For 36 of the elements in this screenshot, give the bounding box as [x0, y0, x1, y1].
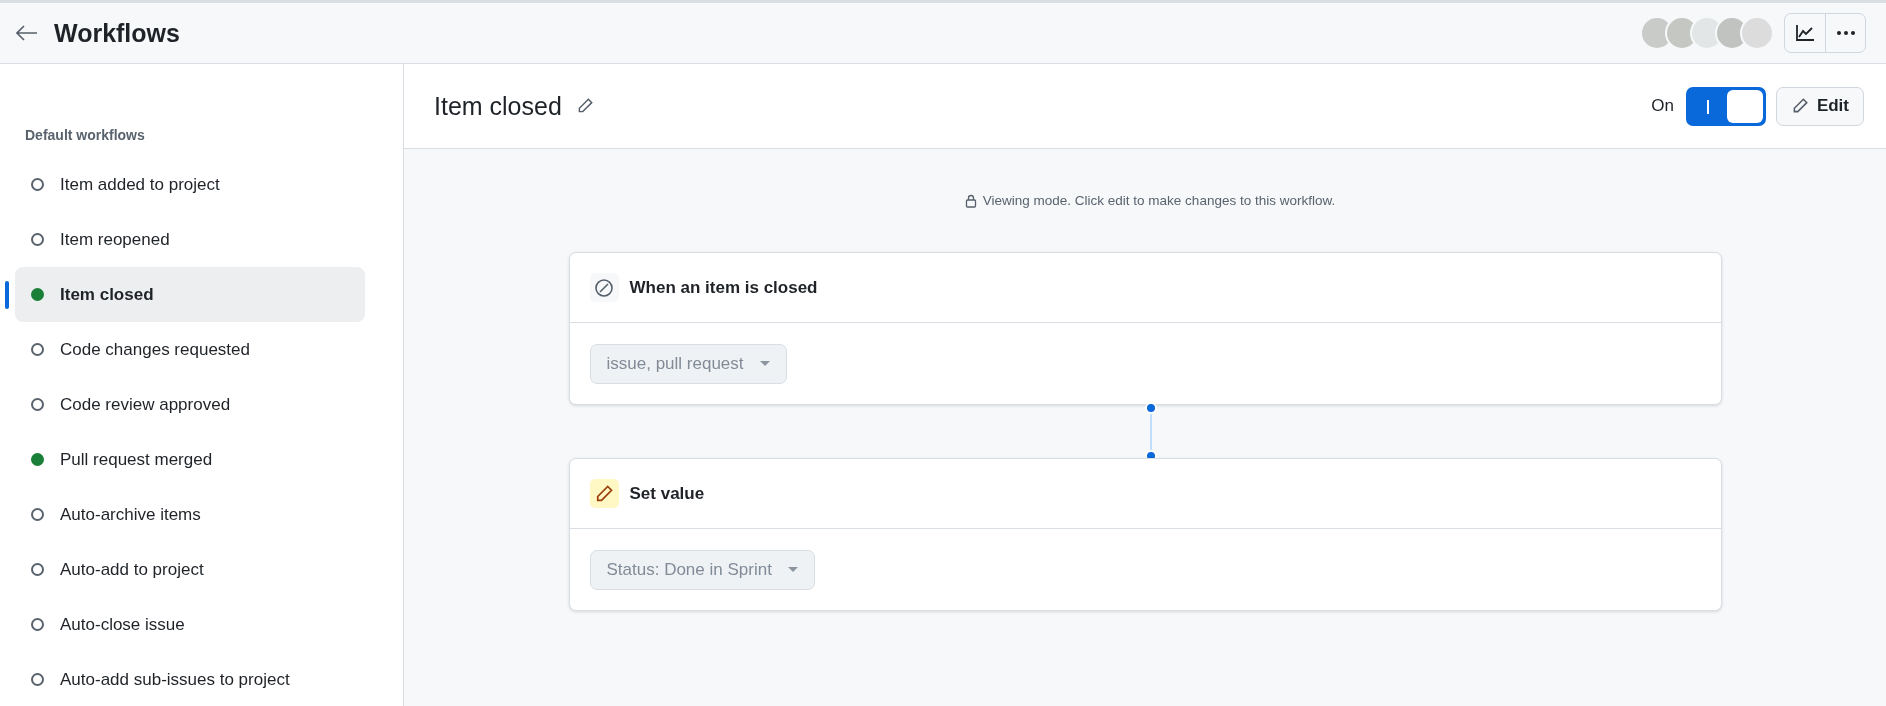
- item-label: Auto-close issue: [60, 614, 185, 635]
- item-label: Item closed: [60, 284, 154, 305]
- sidebar-item[interactable]: Auto-add sub-issues to project: [15, 652, 365, 706]
- item-label: Pull request merged: [60, 449, 213, 470]
- sidebar-item[interactable]: Code review approved: [15, 377, 365, 432]
- item-label: Auto-add to project: [60, 559, 204, 580]
- sidebar-item[interactable]: Item added to project: [15, 157, 365, 212]
- more-icon: [1835, 30, 1856, 36]
- caret-icon: [759, 360, 770, 367]
- sidebar-item[interactable]: Pull request merged: [15, 432, 365, 487]
- selected-indicator: [5, 281, 9, 309]
- item-label: Item reopened: [60, 229, 170, 250]
- workflow-title: Item closed: [434, 91, 562, 121]
- section-heading: Default workflows: [24, 127, 146, 143]
- back-arrow-icon[interactable]: [16, 25, 38, 41]
- toggle-label: On: [1651, 96, 1674, 116]
- item-label: Auto-archive items: [60, 504, 201, 525]
- sidebar-item[interactable]: Auto-close issue: [15, 597, 365, 652]
- sidebar-item[interactable]: Auto-add to project: [15, 542, 365, 597]
- viewing-mode-notice: Viewing mode. Click edit to make changes to this workflow.: [982, 193, 1336, 208]
- step-title: Set value: [629, 483, 705, 504]
- item-label: Item added to project: [60, 174, 220, 195]
- edit-button[interactable]: Edit: [1775, 86, 1864, 126]
- toggle-switch[interactable]: [1685, 86, 1766, 126]
- sidebar-item[interactable]: Auto-archive items: [15, 487, 365, 542]
- page-title: Workflows: [54, 18, 180, 48]
- lock-icon: [964, 193, 977, 208]
- pencil-icon: [589, 479, 619, 508]
- caret-icon: [787, 566, 798, 573]
- sidebar-item[interactable]: Item reopened: [15, 212, 365, 267]
- item-label: Code review approved: [60, 394, 231, 415]
- item-label: Auto-add sub-issues to project: [60, 669, 290, 690]
- line-chart-icon: [1795, 24, 1815, 42]
- item-label: Code changes requested: [60, 339, 250, 360]
- step-title: When an item is closed: [629, 277, 818, 298]
- sidebar-item[interactable]: Code changes requested: [15, 322, 365, 377]
